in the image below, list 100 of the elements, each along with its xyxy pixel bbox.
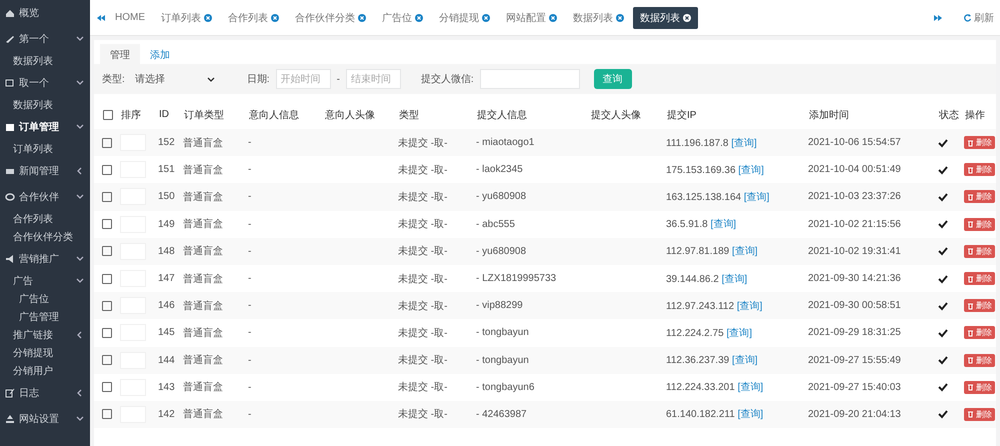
lookup-link[interactable]: [查询] xyxy=(738,409,764,420)
table-cell: 2021-10-03 23:37:26 xyxy=(808,191,901,202)
trash-icon xyxy=(967,410,974,418)
table-cell: - yu680908 xyxy=(476,191,526,202)
sidebar-submenu-item[interactable]: 订单列表 xyxy=(0,140,90,158)
table-cell: 2021-09-27 15:55:49 xyxy=(808,354,901,366)
sidebar-menu-item[interactable]: 概览 xyxy=(0,0,90,26)
delete-button[interactable]: 删除 xyxy=(964,380,995,394)
table-cell: 142 xyxy=(158,408,175,420)
row-checkbox[interactable] xyxy=(102,274,112,284)
sidebar-submenu-item[interactable]: 广告 xyxy=(0,272,90,290)
delete-button[interactable]: 删除 xyxy=(964,190,995,204)
row-checkbox[interactable] xyxy=(102,355,112,366)
sidebar-menu-item[interactable]: 取一个 xyxy=(0,70,90,96)
chevron-down-icon xyxy=(76,193,84,201)
content-tab[interactable]: 添加 xyxy=(140,44,180,64)
page-tab[interactable]: 数据列表 xyxy=(566,6,631,28)
start-date-field[interactable]: 开始时间 xyxy=(276,69,331,89)
sidebar-submenu-item[interactable]: 数据列表 xyxy=(0,52,90,70)
sidebar-menu-item[interactable]: 订单管理 xyxy=(0,114,90,140)
table-cell: 2021-10-06 15:54:57 xyxy=(808,137,901,148)
lookup-link[interactable]: [查询] xyxy=(732,355,758,366)
row-checkbox[interactable] xyxy=(102,138,112,148)
wechat-field[interactable] xyxy=(480,69,580,89)
sidebar-submenu-item[interactable]: 合作列表 xyxy=(0,210,90,228)
table-cell: 111.196.187.8 xyxy=(666,138,728,149)
table-cell: - tongbayun xyxy=(476,327,529,338)
delete-button[interactable]: 删除 xyxy=(964,299,995,312)
row-checkbox[interactable] xyxy=(102,219,112,230)
table-cell: 未提交 -取- xyxy=(398,382,448,394)
table-cell: 163.125.138.164 xyxy=(666,192,742,203)
row-checkbox[interactable] xyxy=(102,164,112,175)
column-header: 状态 xyxy=(939,110,959,120)
delete-button[interactable]: 删除 xyxy=(964,218,995,231)
end-date-field[interactable]: 结束时间 xyxy=(346,69,401,89)
sidebar-submenu-item[interactable]: 数据列表 xyxy=(0,96,90,114)
row-checkbox[interactable] xyxy=(102,246,112,256)
table-cell: 175.153.169.36 xyxy=(666,164,736,176)
lookup-link[interactable]: [查询] xyxy=(722,274,748,285)
sidebar-submenu-item[interactable]: 推广链接 xyxy=(0,326,90,344)
page-tab[interactable]: 广告位 xyxy=(375,6,430,28)
table-cell: - tongbayun6 xyxy=(476,382,534,393)
sidebar-submenu-item[interactable]: 合作伙伴分类 xyxy=(0,228,90,246)
sidebar-menu-item[interactable]: 营销推广 xyxy=(0,246,90,272)
page-tab[interactable]: 数据列表 xyxy=(633,6,698,28)
delete-button[interactable]: 删除 xyxy=(964,326,995,340)
lookup-link[interactable]: [查询] xyxy=(738,164,764,176)
page-tab[interactable]: 订单列表 xyxy=(154,6,219,28)
delete-button[interactable]: 删除 xyxy=(964,408,995,421)
row-checkbox[interactable] xyxy=(102,300,112,311)
table-cell: 2021-09-30 00:58:51 xyxy=(808,300,901,312)
refresh-button[interactable]: 刷新 xyxy=(961,10,996,24)
page-tab[interactable]: 分销提现 xyxy=(432,6,497,28)
delete-button[interactable]: 删除 xyxy=(964,244,995,258)
trash-icon xyxy=(967,166,974,174)
row-checkbox[interactable] xyxy=(102,328,112,338)
page-tab[interactable]: 合作列表 xyxy=(221,6,286,28)
table-cell: - xyxy=(248,164,252,176)
page-tab[interactable]: 合作伙伴分类 xyxy=(288,6,373,28)
sidebar-menu-item[interactable]: 新闻管理 xyxy=(0,158,90,184)
sidebar-menu-item[interactable]: 第一个 xyxy=(0,26,90,52)
trash-icon xyxy=(967,274,974,283)
column-header: 排序 xyxy=(121,110,141,120)
sidebar-menu-item[interactable]: 网站设置 xyxy=(0,406,90,432)
sidebar-menu-item[interactable]: 日志 xyxy=(0,380,90,406)
lookup-link[interactable]: [查询] xyxy=(738,382,764,394)
search-button[interactable]: 查询 xyxy=(594,69,632,89)
sidebar-submenu-item[interactable]: 分销提现 xyxy=(0,344,90,362)
page-tab[interactable]: HOME xyxy=(108,6,152,28)
lookup-link[interactable]: [查询] xyxy=(731,138,757,149)
lookup-link[interactable]: [查询] xyxy=(736,300,762,312)
menu-item-icon xyxy=(5,192,15,202)
table-cell: 146 xyxy=(158,300,175,312)
trash-icon xyxy=(967,383,974,392)
table-cell: 未提交 -取- xyxy=(398,138,448,149)
lookup-link[interactable]: [查询] xyxy=(726,328,752,339)
column-header: ID xyxy=(159,109,169,120)
row-checkbox[interactable] xyxy=(102,382,112,392)
sidebar-submenu-item[interactable]: 广告管理 xyxy=(0,308,90,326)
delete-button[interactable]: 删除 xyxy=(964,272,995,286)
menu-item-icon xyxy=(5,254,15,264)
row-checkbox[interactable] xyxy=(102,409,112,420)
lookup-link[interactable]: [查询] xyxy=(710,219,736,230)
delete-button[interactable]: 删除 xyxy=(964,136,995,150)
row-checkbox[interactable] xyxy=(102,192,112,202)
delete-button[interactable]: 删除 xyxy=(964,163,995,176)
content-tab[interactable]: 管理 xyxy=(100,44,140,64)
filter-label: 日期: xyxy=(246,72,270,86)
page-tab[interactable]: 网站配置 xyxy=(499,6,564,28)
table-cell: 2021-09-20 21:04:13 xyxy=(808,408,901,420)
lookup-link[interactable]: [查询] xyxy=(744,192,770,203)
lookup-link[interactable]: [查询] xyxy=(732,246,758,258)
delete-button[interactable]: 删除 xyxy=(964,354,995,367)
table-cell: - xyxy=(248,246,252,257)
table-cell: 2021-09-30 14:21:36 xyxy=(808,273,901,284)
sidebar-submenu-item[interactable]: 分销用户 xyxy=(0,362,90,380)
chevron-down-icon xyxy=(76,79,84,87)
sidebar-submenu-item[interactable]: 广告位 xyxy=(0,290,90,308)
sidebar-menu-item[interactable]: 合作伙伴 xyxy=(0,184,90,210)
select-all-checkbox[interactable] xyxy=(103,110,113,120)
